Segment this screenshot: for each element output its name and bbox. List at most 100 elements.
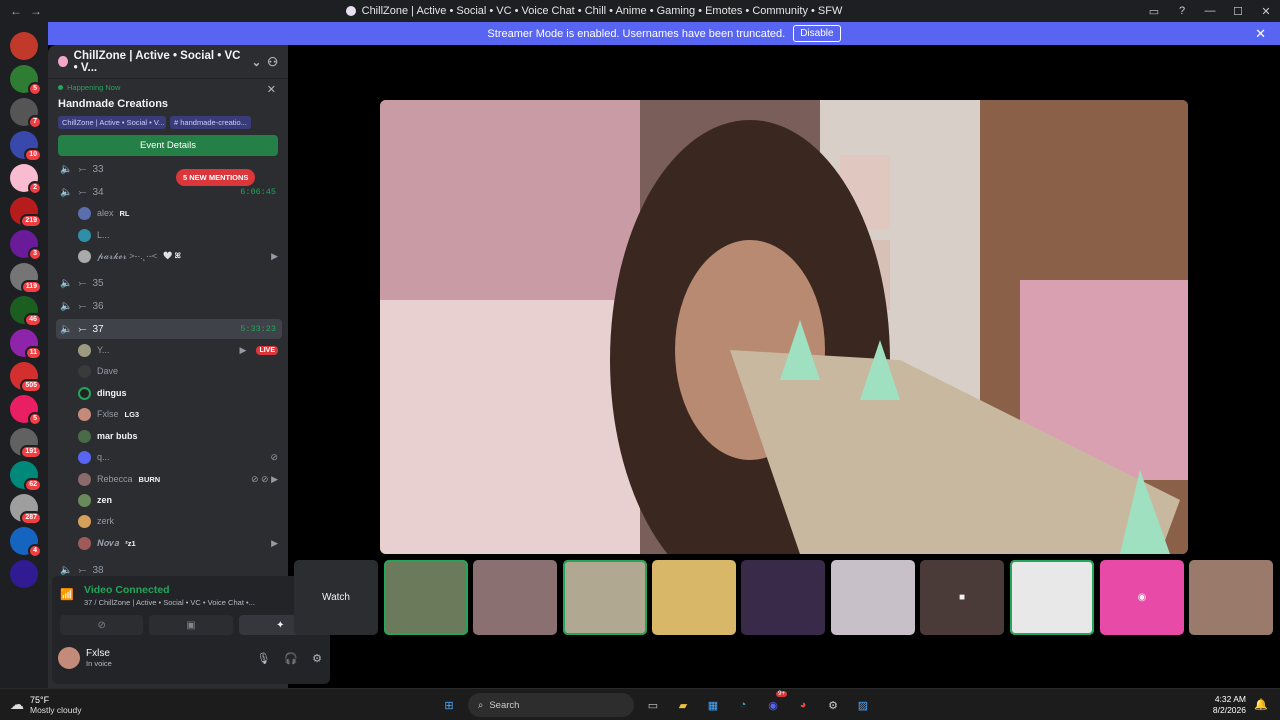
voice-user[interactable]: zerk <box>78 512 278 530</box>
server-badge: 191 <box>20 445 42 459</box>
server-icon <box>58 56 68 67</box>
store-icon[interactable]: ▦ <box>702 694 724 716</box>
participant-tile[interactable] <box>473 560 557 635</box>
participant-tile[interactable] <box>1010 560 1094 635</box>
watch-tile[interactable]: Watch <box>294 560 378 635</box>
server-header[interactable]: ChillZone | Active • Social • VC • V... … <box>48 45 288 79</box>
server-icon-10[interactable]: 11 <box>10 329 42 360</box>
participant-tile[interactable] <box>741 560 825 635</box>
avatar[interactable] <box>58 647 80 669</box>
voice-user[interactable]: 𝓹𝓪𝓻𝓴𝓮𝓻 >-·.˛·-< 🤍 ꕤ ▶ <box>78 247 278 265</box>
voice-status: Video Connected <box>84 584 170 596</box>
file-explorer-icon[interactable]: ▰ <box>672 694 694 716</box>
help-icon[interactable]: ? <box>1168 0 1196 22</box>
server-icon-7[interactable]: 3 <box>10 230 42 261</box>
back-arrow-icon[interactable]: ← <box>10 4 22 18</box>
close-icon[interactable]: ✕ <box>1255 26 1266 42</box>
discord-icon[interactable]: ◉ 9+ <box>762 691 787 716</box>
voice-channel-37[interactable]: 🔈 ⤚ 37 5:33:23 <box>56 319 282 339</box>
server-icon-15[interactable]: 287 <box>10 494 42 525</box>
user-status: In voice <box>86 659 112 668</box>
title-bar: ← → ChillZone | Active • Social • VC • Vo… <box>0 0 1280 22</box>
voice-channel-34[interactable]: 🔈 ⤚ 34 6:06:45 <box>56 182 282 202</box>
server-icon-2[interactable]: 5 <box>10 65 42 96</box>
voice-user[interactable]: 𝑵𝒐𝒗𝒂 ²z1 ▶ <box>78 534 278 552</box>
inbox-icon[interactable]: ▭ <box>1140 0 1168 22</box>
server-icon-14[interactable]: 62 <box>10 461 42 492</box>
voice-channel-path[interactable]: 37 / ChillZone | Active • Social • VC • … <box>84 598 255 607</box>
server-icon-12[interactable]: 5 <box>10 395 42 426</box>
avatar <box>78 407 91 421</box>
participant-tile[interactable] <box>563 560 647 635</box>
voice-user[interactable]: alex RL <box>78 204 278 222</box>
weather-widget[interactable]: ☁ 75°F Mostly cloudy <box>0 695 82 715</box>
close-window-button[interactable]: ✕ <box>1252 0 1280 22</box>
voice-user[interactable]: Fxlse LG3 <box>78 405 278 423</box>
server-icon-16[interactable]: 4 <box>10 527 42 558</box>
avatar <box>78 228 91 242</box>
event-location[interactable]: ChillZone | Active • Social • V... <box>58 116 166 129</box>
participant-tile[interactable]: ◉ <box>1100 560 1184 635</box>
voice-user[interactable]: zen <box>78 491 278 509</box>
voice-user[interactable]: Rebecca BURN ⊘ ⊘ ▶ <box>78 470 278 488</box>
start-icon[interactable]: ⊞ <box>438 694 460 716</box>
participant-tile[interactable] <box>1189 560 1273 635</box>
server-icon-17[interactable] <box>10 560 38 588</box>
disable-button[interactable]: Disable <box>793 25 841 42</box>
server-badge: 62 <box>24 478 42 492</box>
minimize-button[interactable]: — <box>1196 0 1224 22</box>
watch-button[interactable]: Watch <box>294 560 378 635</box>
participant-tile[interactable] <box>831 560 915 635</box>
notification-icon[interactable]: 🔔 <box>1254 698 1268 711</box>
server-icon-3[interactable]: 7 <box>10 98 42 129</box>
chrome-icon[interactable]: ◕ <box>792 694 814 716</box>
invite-icon[interactable]: ⚇ <box>267 55 278 69</box>
server-icon-8[interactable]: 119 <box>10 263 42 294</box>
screen-share-button[interactable]: ▣ <box>149 615 233 635</box>
server-icon-9[interactable]: 46 <box>10 296 42 327</box>
voice-connection-panel: 📶 Video Connected 37 / ChillZone | Activ… <box>52 576 330 684</box>
voice-user[interactable]: q... ⊘ <box>78 448 278 466</box>
steam-icon[interactable]: ⚙ <box>822 694 844 716</box>
server-icon-11[interactable]: 505 <box>10 362 42 393</box>
forward-arrow-icon[interactable]: → <box>30 4 42 18</box>
signal-icon[interactable]: 📶 <box>60 588 76 604</box>
server-icon-1[interactable] <box>10 32 38 60</box>
discord-logo-icon: ◉ <box>1137 592 1147 603</box>
banner-text: Streamer Mode is enabled. Usernames have… <box>487 27 786 40</box>
participant-tile[interactable]: ■ <box>920 560 1004 635</box>
headphones-icon[interactable]: 🎧 <box>284 652 298 665</box>
close-icon[interactable]: ✕ <box>267 83 276 96</box>
camera-off-button[interactable]: ⊘ <box>60 615 144 635</box>
participant-tile[interactable] <box>652 560 736 635</box>
voice-user[interactable]: Y... ▶ LIVE <box>78 341 278 359</box>
maximize-button[interactable]: ☐ <box>1224 0 1252 22</box>
server-icon-5[interactable]: 2 <box>10 164 42 195</box>
weather-condition: Mostly cloudy <box>30 704 82 715</box>
voice-user[interactable]: L... <box>78 226 278 244</box>
server-icon-4[interactable]: 10 <box>10 131 42 162</box>
server-icon-13[interactable]: 191 <box>10 428 42 459</box>
channel-name: 37 <box>92 323 104 335</box>
edge-icon[interactable]: ◔ <box>732 694 754 716</box>
avatar <box>78 364 91 378</box>
server-icon-6[interactable]: 219 <box>10 197 42 228</box>
voice-channel-35[interactable]: 🔈 ⤚ 35 <box>56 273 282 293</box>
gear-icon[interactable]: ⚙ <box>312 652 322 665</box>
photos-icon[interactable]: ▨ <box>852 694 874 716</box>
participant-tile[interactable] <box>384 560 468 635</box>
muted-icon: ⊘ ⊘ ▶ <box>250 473 278 484</box>
event-details-button[interactable]: Event Details <box>58 135 278 156</box>
task-view-icon[interactable]: ▭ <box>642 694 664 716</box>
avatar <box>78 386 91 400</box>
search-box[interactable]: ⌕ Search <box>468 693 634 717</box>
voice-channel-36[interactable]: 🔈 ⤚ 36 <box>56 296 282 316</box>
channel-name: 38 <box>92 564 104 576</box>
stream-video[interactable] <box>380 100 1188 554</box>
voice-user[interactable]: Dave <box>78 362 278 380</box>
clock[interactable]: 4:32 AM 8/2/2026 <box>1213 694 1246 716</box>
event-channel[interactable]: # handmade-creatio... <box>170 116 251 129</box>
voice-user[interactable]: mar bubs <box>78 427 278 445</box>
microphone-icon[interactable]: 🎙 <box>256 652 270 665</box>
voice-user[interactable]: dingus <box>78 384 278 402</box>
